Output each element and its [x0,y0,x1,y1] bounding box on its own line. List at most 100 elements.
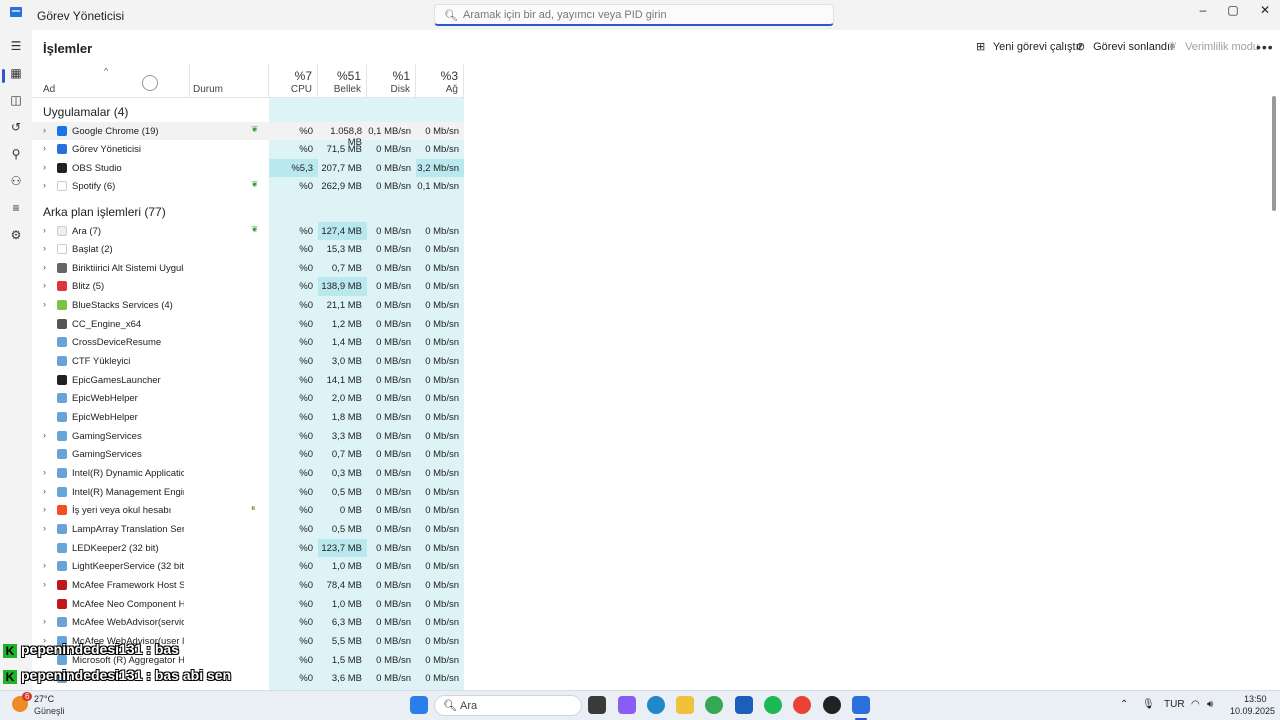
table-row[interactable]: › İş yeri veya okul hesabı ⏸ %0 0 MB 0 MB/sn 0… [32,501,464,520]
performance-icon[interactable]: ◫ [8,92,24,108]
table-row[interactable]: › GamingServices %0 3,3 MB 0 MB/sn 0 Mb/sn [32,427,464,446]
search-input[interactable] [463,7,823,23]
store-icon[interactable] [735,696,753,714]
chrome-icon[interactable] [705,696,723,714]
cpu-column-header[interactable]: %7 CPU [269,64,318,98]
details-icon[interactable]: ≡ [8,200,24,216]
chevron-right-icon[interactable]: › [43,243,46,253]
wifi-icon[interactable]: ◠ [1191,699,1200,710]
table-row[interactable]: EpicWebHelper %0 1,8 MB 0 MB/sn 0 Mb/sn [32,408,464,427]
chrome-profile-icon[interactable] [793,696,811,714]
chevron-right-icon[interactable]: › [43,504,46,514]
chevron-right-icon[interactable]: › [43,579,46,589]
services-icon[interactable]: ⚙ [8,227,24,243]
start-button-icon[interactable] [410,696,428,714]
users-icon[interactable]: ⚇ [8,173,24,189]
chevron-right-icon[interactable]: › [43,430,46,440]
chat-sep: : [142,667,155,683]
table-row[interactable]: › LightKeeperService (32 bit) %0 1,0 MB 0 MB… [32,557,464,576]
file-explorer-icon[interactable] [676,696,694,714]
chevron-right-icon[interactable]: › [43,467,46,477]
left-navigation: ☰ ▦ ◫ ↺ ⚲ ⚇ ≡ ⚙ [0,30,32,690]
chevron-right-icon[interactable]: › [43,162,46,172]
efficiency-mode-button[interactable]: ❦ Verimlilik modu [1168,40,1259,53]
task-manager-taskbar-icon[interactable] [852,696,870,714]
table-row[interactable]: CC_Engine_x64 %0 1,2 MB 0 MB/sn 0 Mb/sn [32,315,464,334]
close-button[interactable]: ✕ [1250,0,1280,30]
process-name: McAfee Neo Component Host [72,598,184,610]
chevron-right-icon[interactable]: › [43,486,46,496]
table-row[interactable]: › Başlat (2) %0 15,3 MB 0 MB/sn 0 Mb/sn [32,240,464,259]
chevron-right-icon[interactable]: › [43,616,46,626]
disk-column-header[interactable]: %1 Disk [367,64,416,98]
chevron-up-icon[interactable]: ⌃ [1120,699,1128,710]
scrollbar[interactable] [1272,96,1276,211]
table-row[interactable]: › Spotify (6) ❦ %0 262,9 MB 0 MB/sn 0,1 Mb/sn [32,177,464,196]
more-options-button[interactable]: ••• [1256,39,1274,55]
chevron-right-icon[interactable]: › [43,560,46,570]
table-row[interactable]: GamingServices %0 0,7 MB 0 MB/sn 0 Mb/sn [32,445,464,464]
disk-value: 0 MB/sn [376,318,411,330]
startup-apps-icon[interactable]: ⚲ [8,146,24,162]
cpu-value: %0 [299,673,313,685]
mem-value: 3,0 MB [331,356,362,368]
net-value: 0 Mb/sn [425,225,459,237]
hamburger-menu-icon[interactable]: ☰ [8,38,24,54]
processes-icon[interactable]: ▦ [8,65,24,81]
table-row[interactable]: › Google Chrome (19) ❦ %0 1.058,8 MB 0,1 MB/s… [32,121,464,148]
process-name: Ara (7) [72,225,102,237]
minimize-button[interactable]: – [1188,0,1218,30]
table-row[interactable]: › OBS Studio %5,3 207,7 MB 0 MB/sn 3,2 Mb/sn [32,158,464,178]
status-column-header[interactable]: Durum [190,64,269,98]
taskbar-search[interactable]: 🔍︎ Ara [434,695,582,716]
maximize-button[interactable]: ▢ [1218,0,1248,30]
search-box[interactable]: 🔍︎ [434,4,834,26]
mem-value: 1,4 MB [331,337,362,349]
clock-time[interactable]: 13:50 [1244,694,1267,704]
table-row[interactable]: McAfee Neo Component Host %0 1,0 MB 0 MB/sn… [32,595,464,614]
cpu-value: %0 [299,374,313,386]
table-row[interactable]: › Intel(R) Management Engine ... %0 0,5 MB 0… [32,483,464,502]
table-row[interactable]: EpicGamesLauncher %0 14,1 MB 0 MB/sn 0 Mb/sn [32,371,464,390]
chevron-right-icon[interactable]: › [43,180,46,190]
name-column-header[interactable]: ^ Ad [32,64,190,98]
chevron-right-icon[interactable]: › [43,299,46,309]
edge-icon[interactable] [647,696,665,714]
table-row[interactable]: › Blitz (5) %0 138,9 MB 0 MB/sn 0 Mb/sn [32,277,464,297]
copilot-icon[interactable] [618,696,636,714]
table-row[interactable]: › Biriktiirici Alt Sistemi Uygulam... %0 0,… [32,259,464,278]
app-history-icon[interactable]: ↺ [8,119,24,135]
table-row[interactable]: › LampArray Translation Service %0 0,5 MB 0 … [32,520,464,539]
run-new-task-button[interactable]: ⊞ Yeni görevi çalıştır [976,40,1082,53]
microsoft-icon [57,505,67,516]
table-row[interactable]: CrossDeviceResume %0 1,4 MB 0 MB/sn 0 Mb/sn [32,333,464,352]
table-row[interactable]: › McAfee Framework Host Servi... %0 78,4 MB… [32,576,464,595]
table-row[interactable]: › Ara (7) ❦ %0 127,4 MB 0 MB/sn 0 Mb/sn [32,221,464,241]
task-view-icon[interactable] [588,696,606,714]
memory-column-header[interactable]: %51 Bellek [318,64,367,98]
table-row[interactable]: › Görev Yöneticisi %0 71,5 MB 0 MB/sn 0 Mb/sn [32,140,464,159]
spotify-icon[interactable] [764,696,782,714]
chevron-right-icon[interactable]: › [43,143,46,153]
table-row[interactable]: › Intel(R) Dynamic Application ... %0 0,3 M… [32,464,464,483]
chevron-right-icon[interactable]: › [43,523,46,533]
microphone-icon[interactable]: 🎙︎ [1142,699,1155,710]
table-row[interactable]: EpicWebHelper %0 2,0 MB 0 MB/sn 0 Mb/sn [32,389,464,408]
chevron-right-icon[interactable]: › [43,280,46,290]
chevron-right-icon[interactable]: › [43,125,46,135]
network-column-header[interactable]: %3 Ağ [416,64,464,98]
obs-icon[interactable] [823,696,841,714]
chevron-right-icon[interactable]: › [43,262,46,272]
end-task-button[interactable]: ⊘ Görevi sonlandır [1076,40,1174,53]
table-row[interactable]: LEDKeeper2 (32 bit) %0 123,7 MB 0 MB/sn 0 Mb… [32,538,464,558]
table-row[interactable]: › BlueStacks Services (4) %0 21,1 MB 0 MB/sn… [32,296,464,315]
disk-value: 0 MB/sn [376,468,411,480]
table-row[interactable]: CTF Yükleyici %0 3,0 MB 0 MB/sn 0 Mb/sn [32,352,464,371]
volume-icon[interactable]: 🔊︎ [1207,699,1213,710]
table-row[interactable]: › McAfee WebAdvisor(service) %0 6,3 MB 0 MB/… [32,613,464,632]
cpu-value: %0 [299,449,313,461]
chevron-right-icon[interactable]: › [43,225,46,235]
printer-icon [57,262,67,273]
language-indicator[interactable]: TUR [1164,699,1185,710]
clock-date[interactable]: 10.09.2025 [1230,706,1275,716]
